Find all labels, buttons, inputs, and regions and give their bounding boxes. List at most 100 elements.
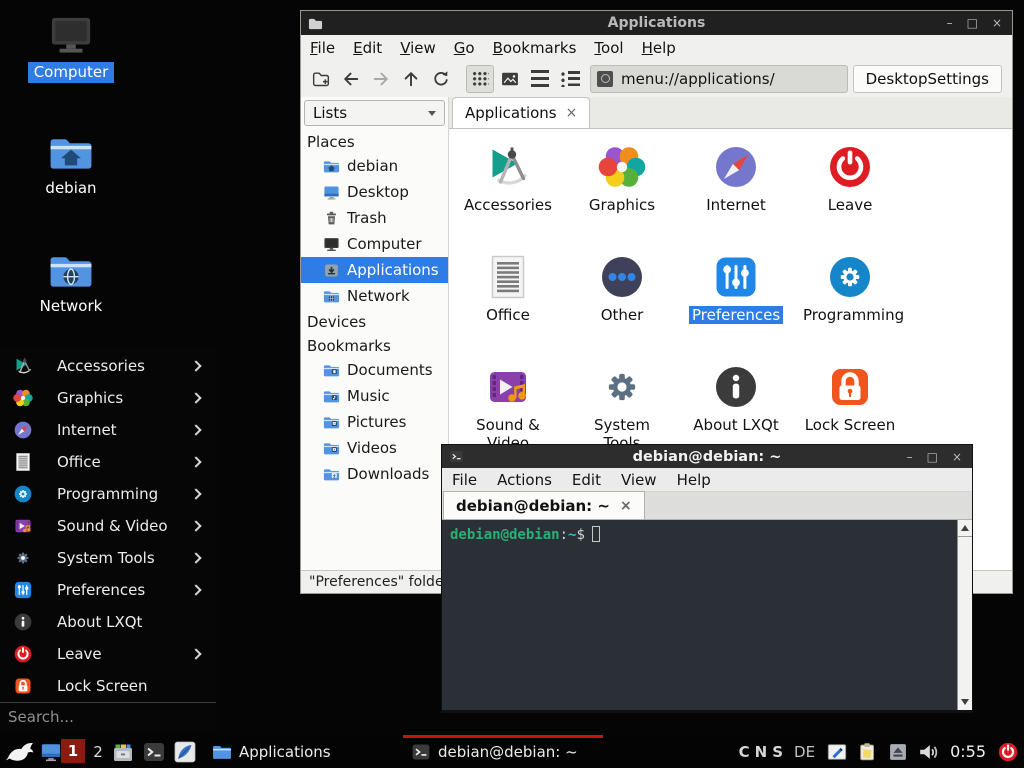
sidebar-item-desktop[interactable]: Desktop — [301, 179, 448, 205]
menu-tool[interactable]: Tool — [585, 39, 632, 57]
tab-applications[interactable]: Applications × — [452, 97, 590, 128]
sidebar-item-pictures[interactable]: Pictures — [301, 409, 448, 435]
menu-item-system-tools[interactable]: System Tools — [0, 542, 216, 574]
removable-media-button[interactable] — [888, 741, 908, 763]
minimize-button[interactable]: – — [947, 17, 953, 29]
menu-item-programming[interactable]: Programming — [0, 478, 216, 510]
volume-button[interactable] — [917, 741, 939, 763]
menu-edit[interactable]: Edit — [344, 39, 391, 57]
window-titlebar[interactable]: Applications – □ × — [301, 11, 1012, 35]
folder-other[interactable]: Other — [565, 245, 679, 324]
terminal-tab[interactable]: debian@debian: ~ × — [443, 491, 645, 519]
folder-accessories[interactable]: Accessories — [451, 135, 565, 214]
clock[interactable]: 0:55 — [950, 742, 986, 761]
task-button-applications[interactable]: Applications — [204, 735, 402, 768]
window-titlebar[interactable]: debian@debian: ~ – □ × — [442, 445, 972, 468]
menu-help[interactable]: Help — [633, 39, 685, 57]
close-button[interactable]: × — [992, 17, 1002, 29]
forward-button[interactable] — [367, 65, 395, 93]
scroll-up-icon[interactable] — [961, 525, 969, 531]
tab-close-icon[interactable]: × — [566, 105, 578, 121]
screenshot-icon — [826, 741, 848, 763]
menu-item-internet[interactable]: Internet — [0, 414, 216, 446]
scroll-down-icon[interactable] — [961, 699, 969, 705]
path-field[interactable]: menu://applications/ — [590, 65, 848, 93]
workspace-1-button[interactable]: 1 — [61, 739, 85, 763]
menu-item-about-lxqt[interactable]: About LXQt — [0, 606, 216, 638]
folder-programming[interactable]: Programming — [793, 245, 907, 324]
minimize-button[interactable]: – — [907, 451, 913, 463]
screenshot-tray-button[interactable] — [826, 741, 848, 763]
menu-bookmarks[interactable]: Bookmarks — [484, 39, 586, 57]
sidebar-mode-select[interactable]: Lists — [304, 100, 445, 126]
sidebar-item-trash[interactable]: Trash — [301, 205, 448, 231]
scrollbar[interactable] — [957, 520, 972, 710]
prompt-symbol: $ — [576, 527, 584, 543]
desktop-icon-network[interactable]: Network — [13, 252, 129, 317]
new-tab-button[interactable] — [307, 65, 335, 93]
thumbnail-view-button[interactable] — [496, 65, 524, 93]
tab-close-icon[interactable]: × — [620, 498, 632, 514]
launcher-file-manager[interactable] — [111, 735, 135, 768]
folder-graphics[interactable]: Graphics — [565, 135, 679, 214]
maximize-button[interactable]: □ — [967, 17, 978, 29]
close-button[interactable]: × — [952, 451, 962, 463]
menu-file[interactable]: File — [442, 471, 487, 489]
path-crumb-desktopsettings[interactable]: DesktopSettings — [853, 65, 1002, 93]
launcher-terminal[interactable] — [142, 735, 166, 768]
desktop-icon-debian[interactable]: debian — [13, 134, 129, 199]
sidebar-item-music[interactable]: Music — [301, 383, 448, 409]
folder-system-tools[interactable]: System Tools — [565, 355, 679, 452]
item-about-lxqt[interactable]: About LXQt — [679, 355, 793, 434]
lock-icon — [13, 676, 33, 696]
sidebar-item-network[interactable]: Network — [301, 283, 448, 309]
menu-item-accessories[interactable]: Accessories — [0, 350, 216, 382]
menu-help[interactable]: Help — [667, 471, 721, 489]
back-button[interactable] — [337, 65, 365, 93]
terminal-output[interactable]: debian@debian:~$ — [442, 520, 972, 710]
folder-internet[interactable]: Internet — [679, 135, 793, 214]
downloads-folder-icon — [323, 466, 340, 483]
menu-item-office[interactable]: Office — [0, 446, 216, 478]
menu-item-leave[interactable]: Leave — [0, 638, 216, 670]
search-input[interactable] — [8, 708, 208, 726]
power-button[interactable] — [997, 741, 1019, 763]
sidebar-item-applications[interactable]: Applications — [301, 257, 448, 283]
menu-item-graphics[interactable]: Graphics — [0, 382, 216, 414]
menu-go[interactable]: Go — [445, 39, 484, 57]
folder-leave[interactable]: Leave — [793, 135, 907, 214]
menu-item-lock-screen[interactable]: Lock Screen — [0, 670, 216, 702]
menu-file[interactable]: File — [301, 39, 344, 57]
speaker-icon — [917, 741, 939, 763]
folder-preferences[interactable]: Preferences — [679, 245, 793, 324]
sidebar-item-videos[interactable]: Videos — [301, 435, 448, 461]
up-button[interactable] — [397, 65, 425, 93]
sidebar-item-computer[interactable]: Computer — [301, 231, 448, 257]
detailed-view-button[interactable] — [556, 65, 584, 93]
launcher-featherpad[interactable] — [173, 735, 197, 768]
icon-view-button[interactable] — [466, 65, 494, 93]
folder-office[interactable]: Office — [451, 245, 565, 324]
task-button-terminal[interactable]: debian@debian: ~ — [403, 735, 603, 768]
menu-item-preferences[interactable]: Preferences — [0, 574, 216, 606]
start-menu-button[interactable] — [4, 735, 36, 768]
maximize-button[interactable]: □ — [927, 451, 938, 463]
clipboard-tray-button[interactable] — [857, 741, 879, 763]
sidebar-item-downloads[interactable]: Downloads — [301, 461, 448, 487]
workspace-2-button[interactable]: 2 — [89, 735, 107, 768]
menu-view[interactable]: View — [391, 39, 445, 57]
menu-actions[interactable]: Actions — [487, 471, 562, 489]
menubar: File Actions Edit View Help — [442, 468, 972, 492]
reload-button[interactable] — [427, 65, 455, 93]
menu-view[interactable]: View — [611, 471, 667, 489]
show-desktop-button[interactable] — [40, 735, 62, 768]
folder-sound-video[interactable]: Sound & Video — [451, 355, 565, 452]
item-lock-screen[interactable]: Lock Screen — [793, 355, 907, 434]
compact-view-button[interactable] — [526, 65, 554, 93]
keyboard-layout[interactable]: DE — [794, 743, 815, 761]
sidebar-item-documents[interactable]: Documents — [301, 357, 448, 383]
desktop-icon-computer[interactable]: Computer — [13, 14, 129, 83]
keyboard-indicator[interactable]: C N S — [739, 743, 783, 761]
sidebar-item-debian[interactable]: debian — [301, 153, 448, 179]
menu-edit[interactable]: Edit — [562, 471, 611, 489]
